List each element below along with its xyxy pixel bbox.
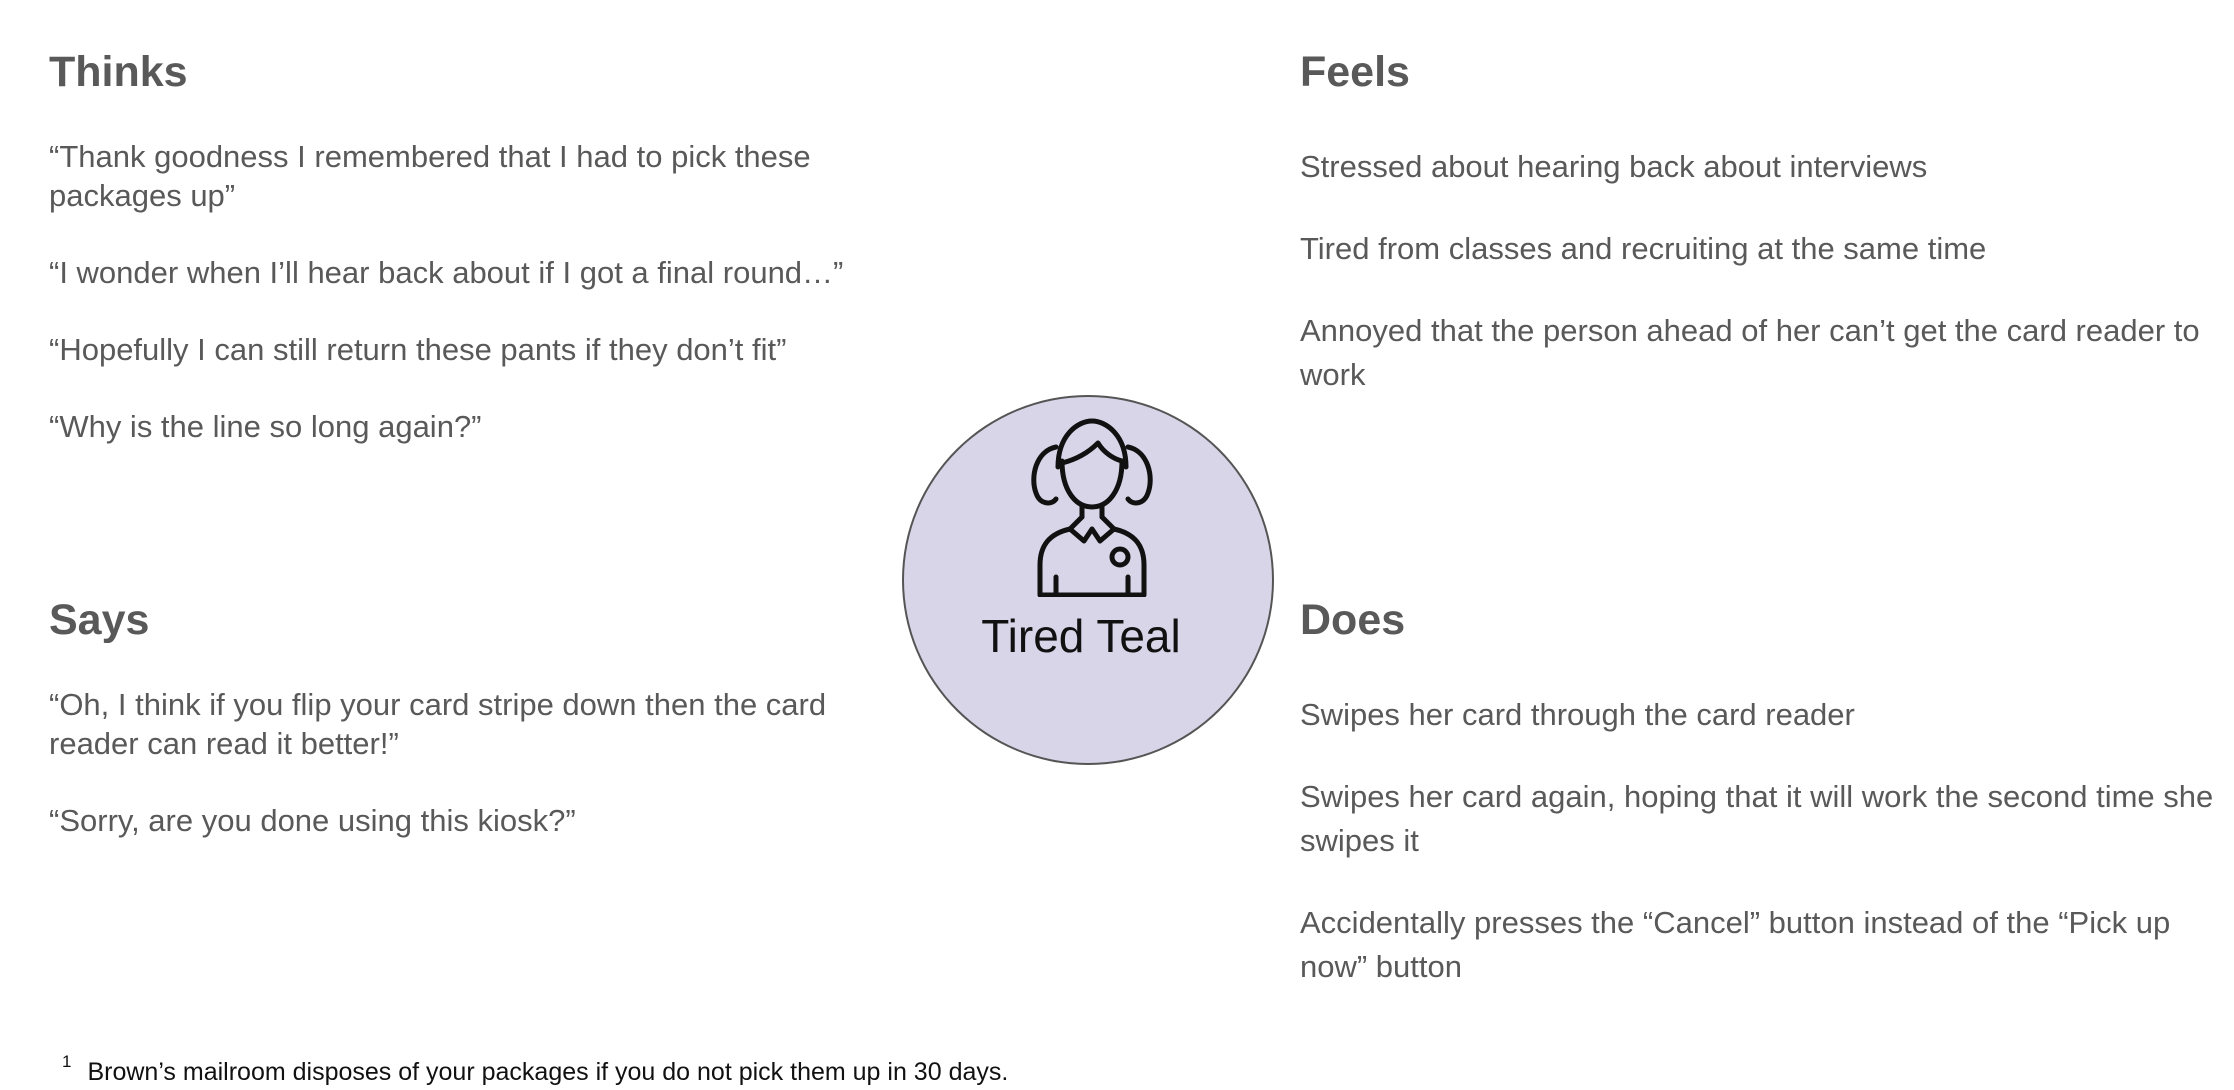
says-title: Says xyxy=(49,596,150,644)
footnote-marker: 1 xyxy=(62,1052,72,1071)
says-item: “Oh, I think if you flip your card strip… xyxy=(49,687,827,762)
does-title: Does xyxy=(1300,596,1406,644)
thinks-quadrant: Thinks “Thank goodness I remembered that… xyxy=(49,48,889,484)
does-quadrant: Does Swipes her card through the card re… xyxy=(1300,596,2220,1027)
thinks-item: “Hopefully I can still return these pant… xyxy=(49,332,787,368)
thinks-item: “Why is the line so long again?” xyxy=(49,409,482,445)
says-quadrant: Says “Oh, I think if you flip your card … xyxy=(49,596,889,878)
feels-item: Stressed about hearing back about interv… xyxy=(1300,149,1928,185)
does-item: Swipes her card again, hoping that it wi… xyxy=(1300,779,2214,859)
thinks-item: “Thank goodness I remembered that I had … xyxy=(49,139,811,214)
footnote-text: Brown’s mailroom disposes of your packag… xyxy=(87,1058,1009,1086)
feels-list: Stressed about hearing back about interv… xyxy=(1300,145,2220,397)
does-item: Accidentally presses the “Cancel” button… xyxy=(1300,905,2171,985)
feels-item: Tired from classes and recruiting at the… xyxy=(1300,231,1987,267)
thinks-item: “I wonder when I’ll hear back about if I… xyxy=(49,255,844,291)
does-list: Swipes her card through the card reader … xyxy=(1300,693,2220,989)
thinks-list: “Thank goodness I remembered that I had … xyxy=(49,137,889,446)
persona-name: Tired Teal xyxy=(981,610,1181,662)
footnote: 1 Brown’s mailroom disposes of your packa… xyxy=(62,1052,1009,1087)
says-item: “Sorry, are you done using this kiosk?” xyxy=(49,803,576,839)
feels-title: Feels xyxy=(1300,48,1410,96)
thinks-title: Thinks xyxy=(49,48,188,96)
persona-circle: Tired Teal xyxy=(902,395,1274,765)
feels-quadrant: Feels Stressed about hearing back about … xyxy=(1300,48,2220,435)
feels-item: Annoyed that the person ahead of her can… xyxy=(1300,313,2200,393)
student-avatar-icon xyxy=(1031,418,1153,597)
says-list: “Oh, I think if you flip your card strip… xyxy=(49,685,889,840)
does-item: Swipes her card through the card reader xyxy=(1300,697,1855,733)
